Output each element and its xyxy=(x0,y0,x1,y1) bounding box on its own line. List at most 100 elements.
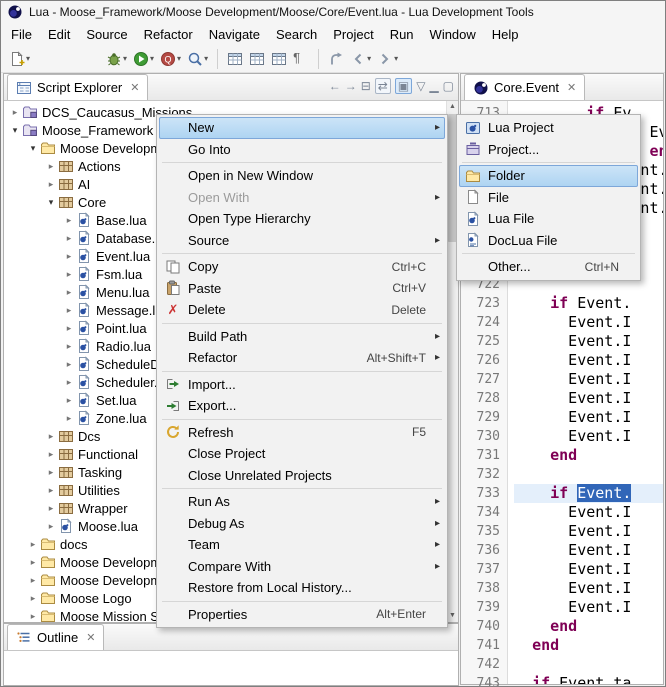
run-button[interactable]: ▾ xyxy=(130,47,157,71)
expand-arrow-icon[interactable]: ▸ xyxy=(62,233,76,244)
menu-item-build-path[interactable]: Build Path▸ xyxy=(159,326,445,348)
expand-arrow-icon[interactable]: ▸ xyxy=(26,557,40,568)
close-icon[interactable]: ✕ xyxy=(567,81,576,94)
dropdown-arrow-icon[interactable]: ▾ xyxy=(26,54,30,63)
tab-core-event[interactable]: Core.Event ✕ xyxy=(464,74,585,100)
menu-search[interactable]: Search xyxy=(268,25,325,44)
collapse-all-button[interactable]: ⊟ xyxy=(361,80,371,92)
expand-arrow-icon[interactable]: ▸ xyxy=(62,215,76,226)
expand-arrow-icon[interactable]: ▸ xyxy=(44,431,58,442)
expand-arrow-icon[interactable]: ▸ xyxy=(62,305,76,316)
expand-arrow-icon[interactable]: ▸ xyxy=(62,341,76,352)
menu-item-delete[interactable]: ✗DeleteDelete xyxy=(159,299,445,321)
dropdown-arrow-icon[interactable]: ▾ xyxy=(204,54,208,63)
maximize-view-button[interactable]: ▢ xyxy=(443,80,454,92)
menu-item-compare-with[interactable]: Compare With▸ xyxy=(159,556,445,578)
expand-arrow-icon[interactable]: ▸ xyxy=(62,269,76,280)
coverage-button[interactable]: Q▾ xyxy=(157,47,184,71)
dropdown-arrow-icon[interactable]: ▾ xyxy=(394,54,398,63)
back-history-button[interactable]: ← xyxy=(329,80,341,92)
open-table-button-2[interactable] xyxy=(246,47,268,71)
menu-item-copy[interactable]: CopyCtrl+C xyxy=(159,256,445,278)
link-with-editor-toggle[interactable]: ⇄ xyxy=(375,78,391,94)
expand-arrow-icon[interactable]: ▸ xyxy=(44,485,58,496)
menu-item-export[interactable]: Export... xyxy=(159,395,445,417)
menu-item-file[interactable]: File xyxy=(459,187,638,209)
menu-item-new[interactable]: New▸ xyxy=(159,117,445,139)
menu-file[interactable]: File xyxy=(3,25,40,44)
expand-arrow-icon[interactable]: ▸ xyxy=(62,413,76,424)
menu-item-close-project[interactable]: Close Project xyxy=(159,443,445,465)
menu-item-refactor[interactable]: RefactorAlt+Shift+T▸ xyxy=(159,347,445,369)
collapse-arrow-icon[interactable]: ▾ xyxy=(8,125,22,136)
collapse-arrow-icon[interactable]: ▾ xyxy=(44,197,58,208)
open-table-button-1[interactable] xyxy=(224,47,246,71)
menu-item-run-as[interactable]: Run As▸ xyxy=(159,491,445,513)
expand-arrow-icon[interactable]: ▸ xyxy=(26,575,40,586)
menu-item-properties[interactable]: PropertiesAlt+Enter xyxy=(159,604,445,626)
forward-history-button[interactable]: → xyxy=(345,80,357,92)
expand-arrow-icon[interactable]: ▸ xyxy=(44,179,58,190)
menu-item-lua-project[interactable]: Lua Project xyxy=(459,117,638,139)
expand-arrow-icon[interactable]: ▸ xyxy=(62,377,76,388)
menu-item-close-unrelated-projects[interactable]: Close Unrelated Projects xyxy=(159,465,445,487)
close-icon[interactable]: ✕ xyxy=(130,81,139,94)
menu-project[interactable]: Project xyxy=(325,25,381,44)
focus-active-task-toggle[interactable]: ▣ xyxy=(395,78,412,94)
expand-arrow-icon[interactable]: ▸ xyxy=(26,539,40,550)
menu-item-folder[interactable]: Folder xyxy=(459,165,638,187)
dropdown-arrow-icon[interactable]: ▾ xyxy=(367,54,371,63)
search-button[interactable]: ▾ xyxy=(184,47,211,71)
last-edit-location-button[interactable] xyxy=(325,47,347,71)
debug-button[interactable]: ▾ xyxy=(103,47,130,71)
menu-item-lua-file[interactable]: Lua File xyxy=(459,208,638,230)
expand-arrow-icon[interactable]: ▸ xyxy=(44,467,58,478)
dropdown-arrow-icon[interactable]: ▾ xyxy=(150,54,154,63)
expand-arrow-icon[interactable]: ▸ xyxy=(26,611,40,622)
forward-button[interactable]: ▾ xyxy=(374,47,401,71)
menu-item-open-with[interactable]: Open With▸ xyxy=(159,187,445,209)
menu-navigate[interactable]: Navigate xyxy=(201,25,268,44)
expand-arrow-icon[interactable]: ▸ xyxy=(44,503,58,514)
menu-edit[interactable]: Edit xyxy=(40,25,78,44)
back-button[interactable]: ▾ xyxy=(347,47,374,71)
dropdown-arrow-icon[interactable]: ▾ xyxy=(177,54,181,63)
expand-arrow-icon[interactable]: ▸ xyxy=(44,449,58,460)
menu-item-other[interactable]: Other...Ctrl+N xyxy=(459,256,638,278)
new-wizard-button[interactable]: ▾ xyxy=(6,47,33,71)
menu-refactor[interactable]: Refactor xyxy=(136,25,201,44)
expand-arrow-icon[interactable]: ▸ xyxy=(62,323,76,334)
expand-arrow-icon[interactable]: ▸ xyxy=(8,107,22,118)
expand-arrow-icon[interactable]: ▸ xyxy=(44,161,58,172)
scroll-up-icon[interactable]: ▲ xyxy=(447,101,458,113)
menu-item-source[interactable]: Source▸ xyxy=(159,230,445,252)
expand-arrow-icon[interactable]: ▸ xyxy=(62,359,76,370)
open-table-button-3[interactable] xyxy=(268,47,290,71)
dropdown-arrow-icon[interactable]: ▾ xyxy=(123,54,127,63)
close-icon[interactable]: ✕ xyxy=(86,631,95,644)
menu-item-restore-from-local-history[interactable]: Restore from Local History... xyxy=(159,577,445,599)
view-menu-button[interactable]: ▽ xyxy=(416,80,425,92)
menu-item-project[interactable]: Project... xyxy=(459,139,638,161)
collapse-arrow-icon[interactable]: ▾ xyxy=(26,143,40,154)
menu-item-go-into[interactable]: Go Into xyxy=(159,139,445,161)
menu-source[interactable]: Source xyxy=(78,25,135,44)
expand-arrow-icon[interactable]: ▸ xyxy=(62,251,76,262)
menu-item-open-in-new-window[interactable]: Open in New Window xyxy=(159,165,445,187)
menu-item-team[interactable]: Team▸ xyxy=(159,534,445,556)
menu-run[interactable]: Run xyxy=(382,25,422,44)
show-whitespace-button[interactable]: ¶ xyxy=(290,47,312,71)
menu-item-doclua-file[interactable]: DocLua File xyxy=(459,230,638,252)
menu-item-open-type-hierarchy[interactable]: Open Type Hierarchy xyxy=(159,208,445,230)
menu-item-refresh[interactable]: RefreshF5 xyxy=(159,422,445,444)
expand-arrow-icon[interactable]: ▸ xyxy=(44,521,58,532)
menu-item-debug-as[interactable]: Debug As▸ xyxy=(159,513,445,535)
menu-window[interactable]: Window xyxy=(422,25,484,44)
tab-outline[interactable]: Outline ✕ xyxy=(7,624,104,650)
minimize-view-button[interactable]: ▁ xyxy=(429,80,438,92)
menu-item-import[interactable]: Import... xyxy=(159,374,445,396)
menu-help[interactable]: Help xyxy=(484,25,527,44)
expand-arrow-icon[interactable]: ▸ xyxy=(26,593,40,604)
tab-script-explorer[interactable]: Script Explorer ✕ xyxy=(7,74,148,100)
expand-arrow-icon[interactable]: ▸ xyxy=(62,287,76,298)
